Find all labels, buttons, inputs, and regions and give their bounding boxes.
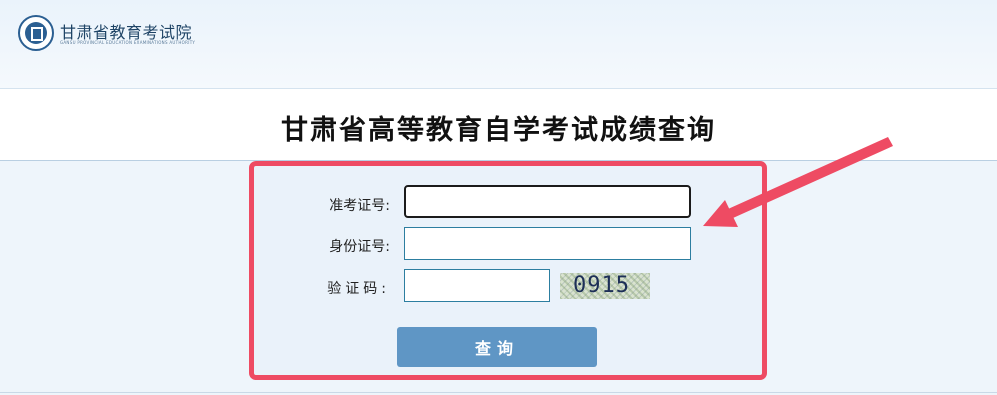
footer-divider [0, 392, 997, 393]
annotation-arrow-icon [703, 137, 893, 227]
